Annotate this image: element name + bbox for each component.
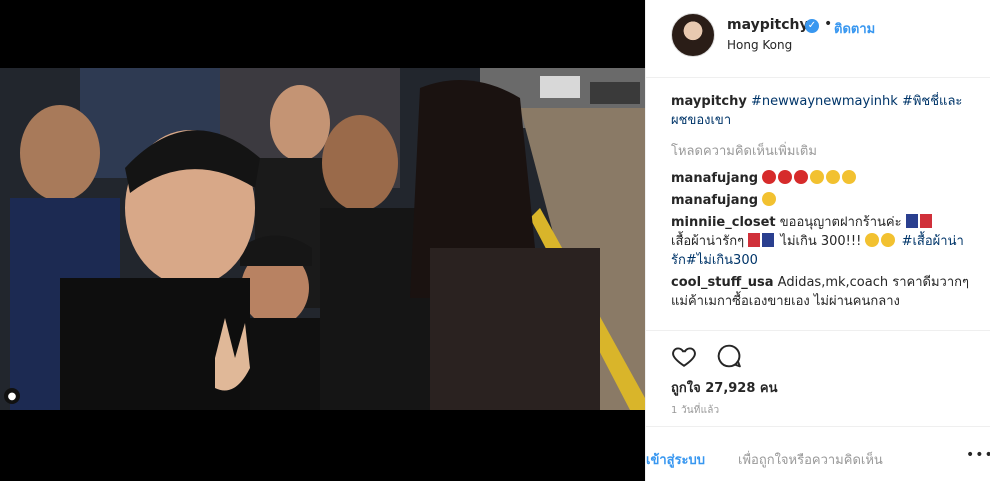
photo-panel: ● xyxy=(0,0,645,481)
post-actions: ถูกใจ 27,928 คน 1 วันที่แล้ว xyxy=(646,330,990,426)
post-header: maypitchy ✓ • ติดตาม Hong Kong xyxy=(646,0,990,78)
comment-username[interactable]: manafujang xyxy=(671,171,758,186)
post-photo[interactable]: ● xyxy=(0,68,645,410)
location-link[interactable]: Hong Kong xyxy=(727,38,792,52)
login-prompt-text: เพื่อถูกใจหรือความคิดเห็น xyxy=(738,453,883,468)
follow-button[interactable]: ติดตาม xyxy=(834,18,875,39)
list-item: minniie_closet ขออนุญาตฝากร้านค่ะ เสื้อผ… xyxy=(671,213,971,270)
more-options-icon[interactable]: ••• xyxy=(966,447,990,463)
comment-text: เสื้อผ้าน่ารักๆ xyxy=(671,234,745,249)
comments-section: maypitchy #newwaynewmayinhk #พิชชี่และผช… xyxy=(671,92,971,330)
couple-emoji xyxy=(762,192,778,208)
caption: maypitchy #newwaynewmayinhk #พิชชี่และผช… xyxy=(671,92,971,130)
login-link[interactable]: เข้าสู่ระบบ xyxy=(646,449,705,470)
clothes-emoji xyxy=(905,214,934,230)
medal-emoji xyxy=(865,233,897,249)
user-tag-icon[interactable]: ● xyxy=(4,388,20,404)
list-item: cool_stuff_usa Adidas,mk,coach ราคาดีมวา… xyxy=(671,273,971,311)
comment-username[interactable]: minniie_closet xyxy=(671,215,776,230)
clothes-emoji xyxy=(748,233,776,249)
avatar[interactable] xyxy=(671,13,715,57)
list-item: manafujang xyxy=(671,169,971,188)
caption-username[interactable]: maypitchy xyxy=(671,94,747,109)
list-item: manafujang xyxy=(671,191,971,210)
group-selfie-image xyxy=(0,68,645,410)
separator-dot: • xyxy=(824,16,833,32)
likes-count[interactable]: ถูกใจ 27,928 คน xyxy=(671,377,778,398)
load-more-comments[interactable]: โหลดความคิดเห็นเพิ่มเติม xyxy=(671,142,971,161)
comment-text: ไม่เกิน 300!!! xyxy=(780,234,862,249)
grimace-emoji xyxy=(810,170,858,186)
login-prompt: เข้าสู่ระบบ เพื่อถูกใจหรือความคิดเห็น ••… xyxy=(646,426,990,481)
post-timestamp[interactable]: 1 วันที่แล้ว xyxy=(671,403,719,418)
post-sidebar: maypitchy ✓ • ติดตาม Hong Kong maypitchy… xyxy=(645,0,990,481)
verified-badge-icon: ✓ xyxy=(805,19,819,33)
devil-emoji xyxy=(762,170,810,186)
comment-text: ขออนุญาตฝากร้านค่ะ xyxy=(779,215,902,230)
comment-icon[interactable] xyxy=(716,343,742,369)
heart-icon[interactable] xyxy=(671,343,697,369)
comment-username[interactable]: cool_stuff_usa xyxy=(671,275,774,290)
post-username[interactable]: maypitchy xyxy=(727,17,809,33)
comment-username[interactable]: manafujang xyxy=(671,193,758,208)
